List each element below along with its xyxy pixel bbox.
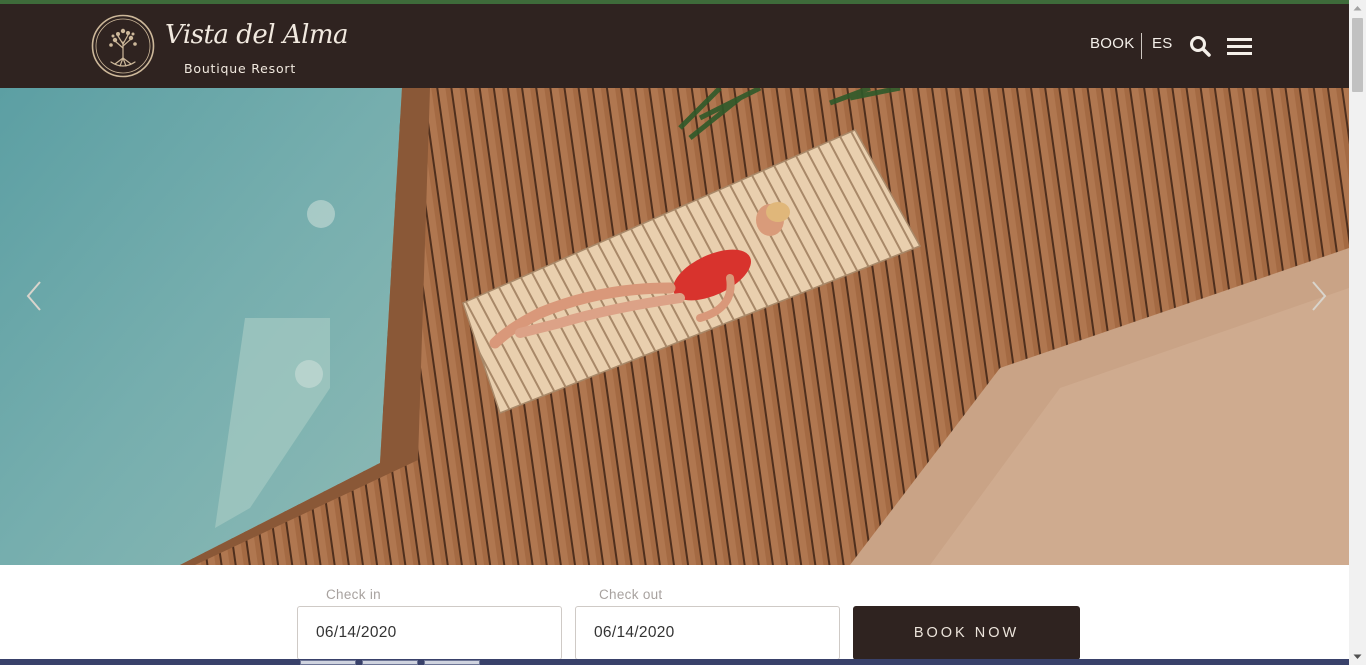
checkout-date-input[interactable]: [575, 606, 840, 660]
site-header: Vista del Alma Boutique Resort BOOK ES: [0, 4, 1349, 88]
os-taskbar: [0, 659, 1349, 665]
checkin-date-input[interactable]: [297, 606, 562, 660]
page-scrollbar[interactable]: [1349, 0, 1366, 665]
checkin-label: Check in: [326, 587, 381, 602]
slider-prev-arrow[interactable]: [18, 270, 48, 322]
nav-book-link[interactable]: BOOK: [1090, 35, 1135, 52]
triangle-down-icon: [1353, 654, 1362, 659]
chevron-right-icon: [1312, 281, 1327, 311]
hamburger-menu-icon[interactable]: [1227, 38, 1253, 56]
brand-name: Vista del Alma: [165, 20, 349, 50]
triangle-up-icon: [1353, 6, 1362, 11]
taskbar-tab[interactable]: [362, 660, 418, 665]
search-icon[interactable]: [1188, 34, 1212, 58]
taskbar-tab[interactable]: [300, 660, 356, 665]
book-now-button[interactable]: BOOK NOW: [853, 606, 1080, 660]
scroll-up-arrow[interactable]: [1349, 0, 1366, 17]
checkout-label: Check out: [599, 587, 663, 602]
booking-bar: Check in Check out BOOK NOW: [0, 565, 1349, 665]
brand-logo[interactable]: Vista del Alma Boutique Resort: [91, 14, 349, 78]
tree-emblem-icon: [91, 14, 155, 78]
slider-next-arrow[interactable]: [1305, 270, 1335, 322]
language-switch-link[interactable]: ES: [1152, 35, 1173, 52]
brand-subtitle: Boutique Resort: [184, 61, 297, 76]
scrollbar-thumb[interactable]: [1352, 18, 1363, 92]
scroll-down-arrow[interactable]: [1349, 648, 1366, 665]
hero-slider: [0, 88, 1349, 565]
taskbar-tab[interactable]: [424, 660, 480, 665]
hero-image: [0, 88, 1349, 565]
chevron-left-icon: [26, 281, 41, 311]
nav-divider: [1141, 33, 1142, 59]
